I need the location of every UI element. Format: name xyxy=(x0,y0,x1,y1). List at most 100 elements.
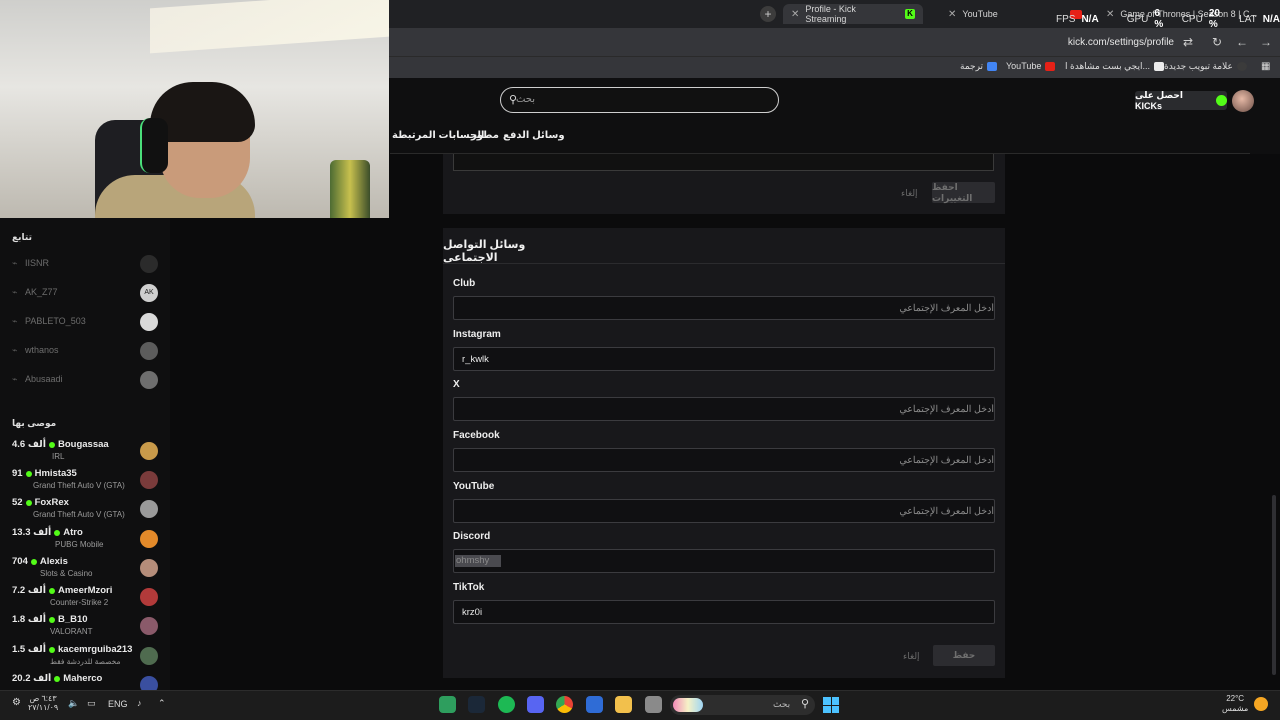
close-tab-icon[interactable]: ✕ xyxy=(948,9,956,20)
windows-start-icon[interactable] xyxy=(823,697,839,713)
bookmark-label: YouTube xyxy=(1006,61,1042,71)
url-field[interactable]: kick.com/settings/profile xyxy=(1068,37,1174,48)
page-scrollbar[interactable] xyxy=(1272,495,1276,675)
bookmark-new-tab[interactable]: علامة تبويب جديدة xyxy=(1164,61,1247,72)
recommended-item[interactable]: 4.6 ألف Bougassaa IRL xyxy=(0,439,170,468)
viewer-count: 1.8 ألف xyxy=(12,614,46,625)
bookmark-egybest[interactable]: ايجي بست مشاهدة ا... xyxy=(1065,61,1164,72)
search-box[interactable]: ⚲ بحث xyxy=(500,87,779,113)
cancel-button[interactable]: إلغاء xyxy=(901,188,918,199)
recommended-item[interactable]: 704 Alexis Slots & Casino xyxy=(0,556,170,585)
club-field[interactable] xyxy=(453,296,995,320)
language-indicator[interactable]: ENG xyxy=(108,699,128,709)
site-settings-icon[interactable]: ⇄ xyxy=(1183,35,1193,49)
get-kicks-button[interactable]: احصل على KICKs xyxy=(1135,90,1227,111)
recommended-item[interactable]: 20.2 ألف Maherco xyxy=(0,673,170,690)
channel-name: Alexis xyxy=(39,556,68,567)
egybest-icon xyxy=(1153,62,1164,71)
search-highlight-icon xyxy=(673,698,703,712)
reload-icon[interactable]: ↻ xyxy=(1212,35,1222,49)
recommended-item[interactable]: 52 FoxRex Grand Theft Auto V (GTA) xyxy=(0,497,170,526)
following-title: تتابع xyxy=(12,232,32,242)
save-changes-button[interactable]: احفظ التغييرات xyxy=(932,182,995,203)
viewer-count: 4.6 ألف xyxy=(12,439,46,450)
steam-icon[interactable] xyxy=(468,696,485,713)
bookmark-label: ايجي بست مشاهدة ا... xyxy=(1065,61,1150,71)
offline-icon: ⌁ xyxy=(12,345,18,355)
fps-value: N/A xyxy=(1081,13,1099,25)
forward-icon[interactable]: → xyxy=(1260,35,1272,49)
following-name: wthanos xyxy=(25,345,59,355)
volume-icon[interactable]: 🔈 xyxy=(68,698,79,709)
app-icon[interactable] xyxy=(439,696,456,713)
tab-linked-accounts[interactable]: الحسابات المرتبطة xyxy=(392,130,484,141)
channel-name: B_B10 xyxy=(58,614,88,625)
discord-icon[interactable] xyxy=(527,696,544,713)
tiktok-field[interactable] xyxy=(453,600,995,624)
following-item[interactable]: ⌁ PABLETO_503 xyxy=(0,308,170,337)
save-button[interactable]: حفظ xyxy=(933,645,995,666)
discord-field[interactable] xyxy=(453,549,995,573)
network-icon[interactable]: ▭ xyxy=(87,698,96,709)
avatar xyxy=(140,617,158,635)
cancel-button[interactable]: إلغاء xyxy=(903,651,920,662)
bookmark-translate[interactable]: ترجمة xyxy=(960,61,998,72)
taskbar-search[interactable]: بحث ⚲ xyxy=(670,695,815,715)
following-item[interactable]: ⌁ Abusaadi xyxy=(0,366,170,395)
clock[interactable]: ٦:٤٣ ص ٢٧/١١/٠٩ xyxy=(28,694,58,712)
channel-category: Grand Theft Auto V (GTA) xyxy=(33,510,125,519)
avatar xyxy=(140,371,158,389)
avatar xyxy=(140,442,158,460)
avatar xyxy=(140,647,158,665)
viewer-count: 1.5 ألف xyxy=(12,644,46,655)
avatar xyxy=(140,530,158,548)
channel-category: Grand Theft Auto V (GTA) xyxy=(33,481,125,490)
new-tab-button[interactable]: + xyxy=(760,6,776,22)
bookmark-youtube[interactable]: YouTube xyxy=(1006,61,1056,71)
bookmark-label: ترجمة xyxy=(960,61,984,71)
facebook-field[interactable] xyxy=(453,448,995,472)
apps-grid-icon[interactable]: ▦ xyxy=(1261,61,1270,72)
webcam-bottles xyxy=(330,160,370,218)
following-item[interactable]: ⌁ wthanos xyxy=(0,337,170,366)
user-avatar[interactable] xyxy=(1232,90,1254,112)
tab-kick-profile[interactable]: ✕ Profile - Kick Streaming K xyxy=(783,4,923,24)
instagram-label: Instagram xyxy=(453,329,501,340)
following-item[interactable]: ⌁ IISNR xyxy=(0,250,170,279)
bio-field[interactable] xyxy=(453,154,994,171)
discord-label: Discord xyxy=(453,531,491,542)
following-item[interactable]: ⌁ AK_Z77 AK xyxy=(0,279,170,308)
social-title: وسائل التواصل الاجتماعي xyxy=(443,239,526,264)
file-explorer-icon[interactable] xyxy=(615,696,632,713)
back-icon[interactable]: ← xyxy=(1236,35,1248,49)
app-blue-icon[interactable] xyxy=(586,696,603,713)
avatar xyxy=(140,342,158,360)
channel-name: Bougassaa xyxy=(58,439,109,450)
microphone-icon[interactable]: ♪ xyxy=(137,698,142,708)
settings-tray-icon[interactable]: ⚙ xyxy=(12,697,21,708)
offline-icon: ⌁ xyxy=(12,287,18,297)
viewer-count: 704 xyxy=(12,556,28,567)
live-dot-icon xyxy=(49,616,55,623)
spotify-icon[interactable] xyxy=(498,696,515,713)
lat-label: LAT xyxy=(1239,13,1257,25)
recommended-item[interactable]: 7.2 ألف AmeerMzori Counter-Strike 2 xyxy=(0,585,170,614)
close-tab-icon[interactable]: ✕ xyxy=(791,9,799,20)
recommended-item[interactable]: 1.8 ألف B_B10 VALORANT xyxy=(0,614,170,643)
weather-widget[interactable]: 22°C مشمس xyxy=(1222,694,1248,714)
channel-category: Slots & Casino xyxy=(40,569,93,578)
youtube-label: YouTube xyxy=(453,481,495,492)
app-grey-icon[interactable] xyxy=(645,696,662,713)
tab-payment-methods[interactable]: وسائل الدفع xyxy=(503,130,565,141)
recommended-item[interactable]: 91 Hmista35 Grand Theft Auto V (GTA) xyxy=(0,468,170,497)
youtube-field[interactable] xyxy=(453,499,995,523)
recommended-item[interactable]: 1.5 ألف kacemrguiba213 مخصصة للدردشة فقط xyxy=(0,644,170,673)
globe-icon xyxy=(1236,62,1247,71)
x-field[interactable] xyxy=(453,397,995,421)
tray-overflow-icon[interactable]: ⌃ xyxy=(158,698,166,709)
recommended-item[interactable]: 13.3 ألف Atro PUBG Mobile xyxy=(0,527,170,556)
taskbar-search-label: بحث xyxy=(773,699,791,709)
x-label: X xyxy=(453,379,460,390)
instagram-field[interactable] xyxy=(453,347,995,371)
chrome-icon[interactable] xyxy=(556,696,573,713)
